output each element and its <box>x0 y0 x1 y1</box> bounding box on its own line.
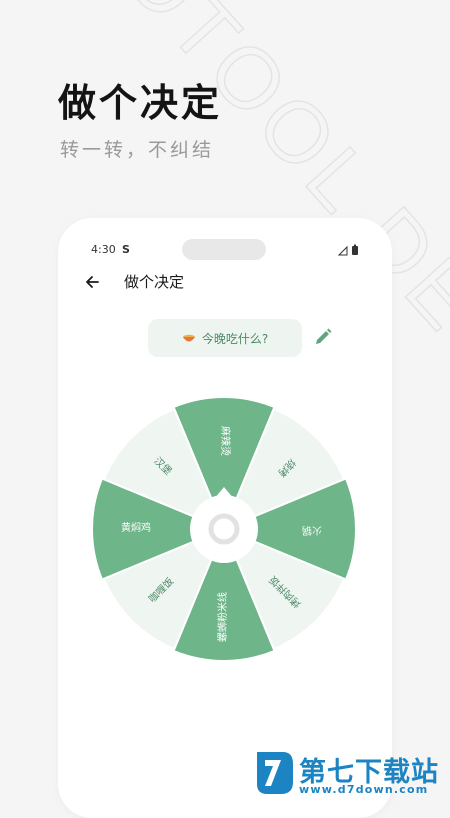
promo-subline: 转一转，不纠结 <box>60 139 215 161</box>
wheel-option-label: 火锅 <box>302 524 322 535</box>
wheel-option-label: 黄焖鸡 <box>121 523 151 534</box>
decision-wheel[interactable]: 麻辣烫 烧烤 火锅 烤肉拌饭 螺蛳粉米线 咖喱饭 黄焖鸡 汉堡 <box>88 393 360 665</box>
promo-headline: 做个决定 <box>58 81 223 125</box>
wheel-hub[interactable] <box>190 495 258 563</box>
back-button[interactable] <box>80 270 104 294</box>
bowl-icon <box>182 334 195 342</box>
camera-notch <box>182 239 266 260</box>
question-chip[interactable]: 今晚吃什么? <box>148 319 302 357</box>
edit-pencil-icon[interactable] <box>312 326 334 348</box>
status-time: 4:30 <box>91 243 116 256</box>
site-logo: 第七下载站 www.d7down.com <box>253 746 443 798</box>
d7-logo-icon <box>257 752 293 794</box>
status-carrier-icon: S <box>122 243 130 256</box>
wheel-option-label: 螺蛳粉米线 <box>218 592 229 642</box>
arrow-left-icon <box>86 276 99 288</box>
signal-battery-icon <box>338 244 358 256</box>
wheel-option-label: 麻辣烫 <box>219 426 230 456</box>
screen-title: 做个决定 <box>124 273 185 291</box>
phone-mockup: 4:30 S 做个决定 今晚吃什么? 麻辣烫 烧烤 火锅 烤肉拌饭 螺蛳粉米线 咖喱饭 黄焖… <box>58 218 392 818</box>
brand-url: www.d7down.com <box>299 783 429 796</box>
question-text: 今晚吃什么? <box>201 331 269 346</box>
